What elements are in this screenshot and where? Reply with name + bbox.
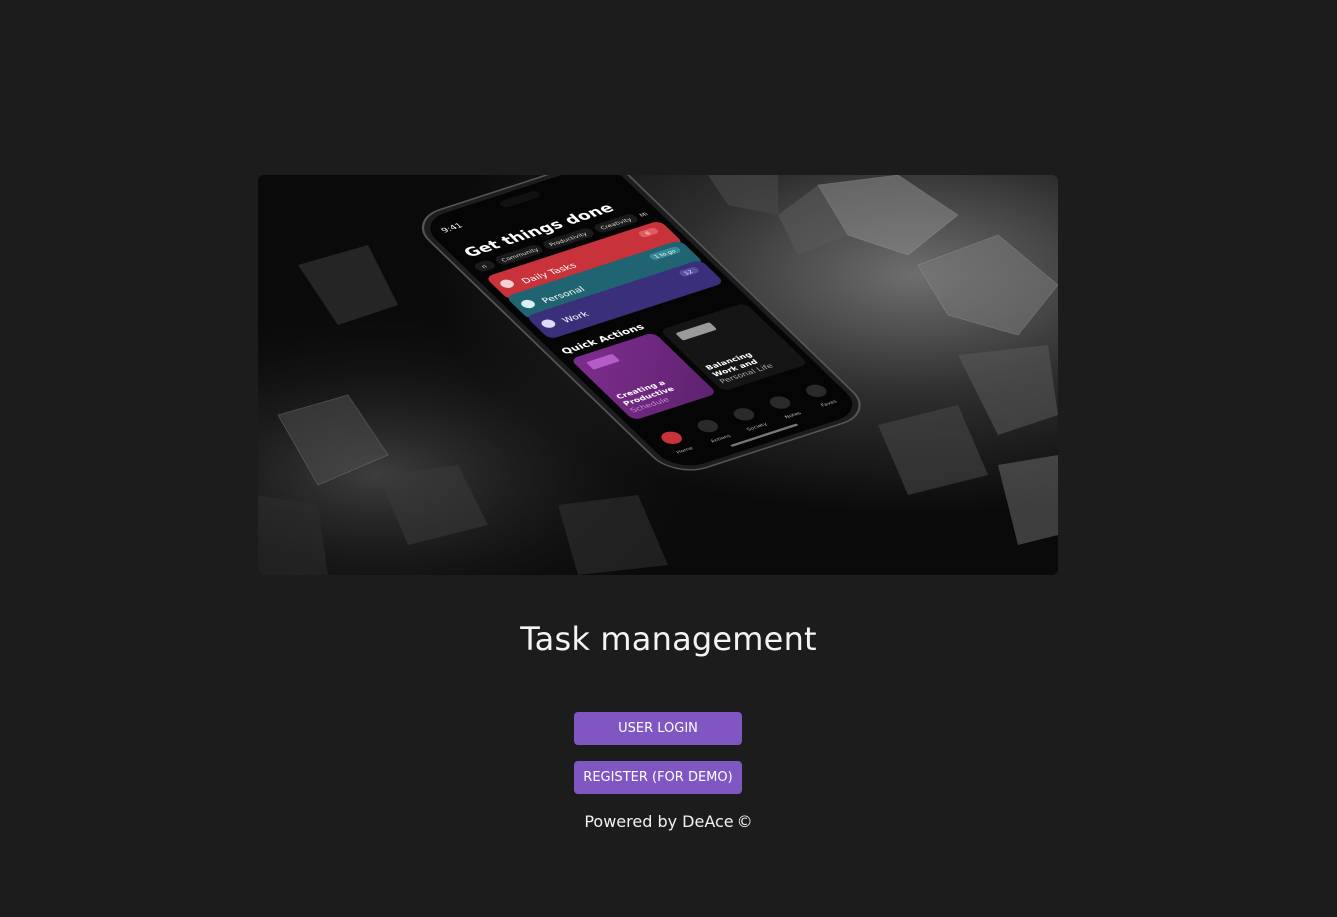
phone-mockup-illustration: 9:41 Get things done n Community Product… xyxy=(258,175,1058,575)
hero-image: 9:41 Get things done n Community Product… xyxy=(258,175,1058,575)
powered-by-text: Powered by DeAce xyxy=(584,812,734,831)
powered-by-footer: Powered by DeAce © xyxy=(0,812,1337,831)
page: 9:41 Get things done n Community Product… xyxy=(0,0,1337,917)
page-title: Task management xyxy=(520,620,817,658)
copyright-icon: © xyxy=(736,812,753,831)
register-demo-button[interactable]: REGISTER (FOR DEMO) xyxy=(574,761,742,794)
user-login-button[interactable]: USER LOGIN xyxy=(574,712,742,745)
